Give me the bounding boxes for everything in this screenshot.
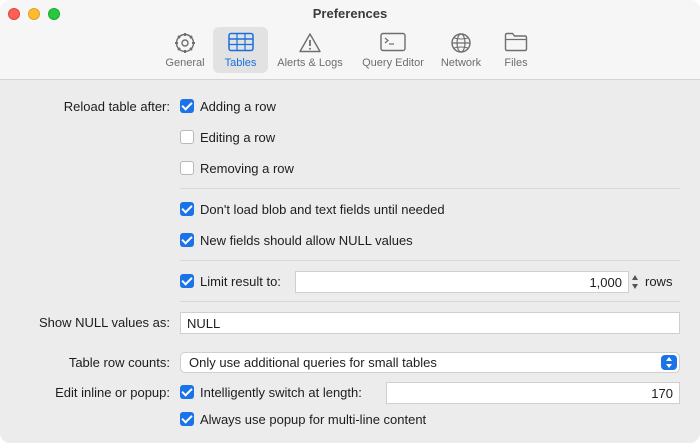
- globe-icon: [434, 32, 488, 54]
- blob-fields-label: Don't load blob and text fields until ne…: [200, 202, 445, 217]
- allow-null-label: New fields should allow NULL values: [200, 233, 413, 248]
- preferences-window: Preferences General Tables Alerts & Logs…: [0, 0, 700, 443]
- tab-label: Query Editor: [362, 57, 424, 69]
- reload-editing-row: Editing a row: [0, 127, 700, 149]
- tab-label: General: [165, 57, 205, 69]
- tab-files[interactable]: Files: [492, 27, 540, 73]
- table-icon: [213, 32, 268, 54]
- switch-length-label: Intelligently switch at length:: [200, 385, 362, 400]
- folder-icon: [492, 32, 540, 54]
- stepper-up-icon[interactable]: [632, 275, 638, 280]
- row-counts-label: Table row counts:: [68, 355, 170, 370]
- tab-label: Files: [504, 57, 528, 69]
- removing-row-checkbox[interactable]: [180, 161, 194, 175]
- window-title: Preferences: [312, 6, 388, 21]
- row-counts-selected-value: Only use additional queries for small ta…: [189, 355, 437, 370]
- null-fields-option-row: New fields should allow NULL values: [0, 230, 700, 252]
- divider: [180, 301, 680, 302]
- removing-row-label: Removing a row: [200, 161, 294, 176]
- switch-length-input[interactable]: 170: [386, 382, 680, 404]
- adding-row-label: Adding a row: [200, 99, 276, 114]
- tab-label: Tables: [224, 57, 257, 69]
- limit-result-row: Limit result to: 1,000 rows: [0, 271, 700, 293]
- reload-table-label: Reload table after:: [63, 99, 170, 114]
- divider: [180, 188, 680, 189]
- reload-adding-row: Reload table after: Adding a row: [0, 96, 700, 118]
- gear-icon: [158, 32, 212, 54]
- tab-tables[interactable]: Tables: [213, 27, 268, 73]
- editing-row-checkbox[interactable]: [180, 130, 194, 144]
- edit-inline-label: Edit inline or popup:: [55, 385, 170, 400]
- limit-result-label: Limit result to:: [200, 274, 281, 289]
- limit-result-checkbox[interactable]: [180, 274, 194, 288]
- switch-length-checkbox[interactable]: [180, 385, 194, 399]
- reload-removing-row: Removing a row: [0, 158, 700, 180]
- tab-label: Network: [440, 57, 482, 69]
- terminal-icon: [354, 32, 432, 54]
- multiline-popup-row: Always use popup for multi-line content: [0, 409, 700, 431]
- show-null-label: Show NULL values as:: [38, 315, 170, 330]
- tab-label: Alerts & Logs: [277, 57, 343, 69]
- null-display-row: Show NULL values as: NULL: [0, 312, 700, 334]
- toolbar: Preferences General Tables Alerts & Logs…: [0, 0, 700, 80]
- tab-query-editor[interactable]: Query Editor: [354, 27, 432, 73]
- multiline-popup-checkbox[interactable]: [180, 412, 194, 426]
- tab-general[interactable]: General: [158, 27, 212, 73]
- tab-network[interactable]: Network: [434, 27, 488, 73]
- blob-option-row: Don't load blob and text fields until ne…: [0, 199, 700, 221]
- editing-row-label: Editing a row: [200, 130, 276, 145]
- row-counts-row: Table row counts: Only use additional qu…: [0, 352, 700, 374]
- divider: [180, 260, 680, 261]
- warning-icon: [269, 32, 351, 54]
- limit-result-input[interactable]: 1,000: [295, 271, 629, 293]
- chevron-up-down-icon: [661, 355, 677, 370]
- row-counts-select[interactable]: Only use additional queries for small ta…: [180, 352, 680, 373]
- blob-fields-checkbox[interactable]: [180, 202, 194, 216]
- limit-result-stepper[interactable]: [629, 272, 642, 292]
- multiline-popup-label: Always use popup for multi-line content: [200, 412, 427, 427]
- adding-row-checkbox[interactable]: [180, 99, 194, 113]
- rows-unit-label: rows: [645, 274, 673, 289]
- allow-null-checkbox[interactable]: [180, 233, 194, 247]
- stepper-down-icon[interactable]: [632, 284, 638, 289]
- edit-inline-row: Edit inline or popup: Intelligently swit…: [0, 382, 700, 404]
- tab-alerts-logs[interactable]: Alerts & Logs: [269, 27, 351, 73]
- null-display-input[interactable]: NULL: [180, 312, 680, 334]
- tables-preferences-pane: Reload table after: Adding a row Editing…: [0, 81, 700, 443]
